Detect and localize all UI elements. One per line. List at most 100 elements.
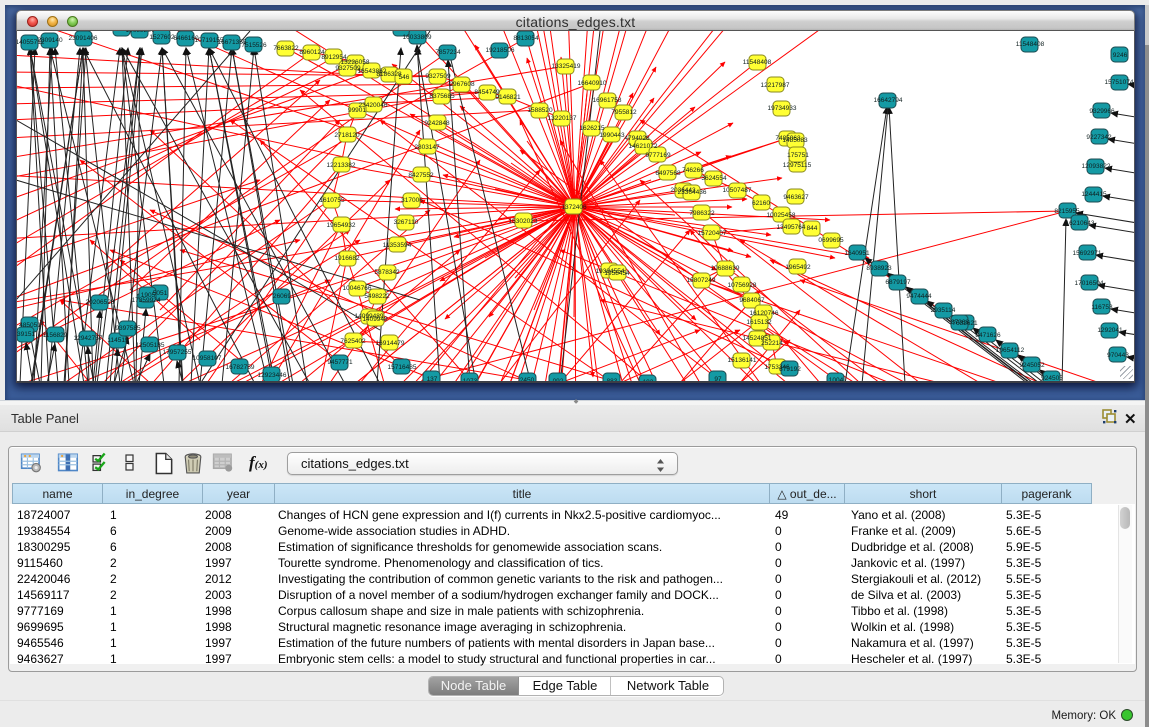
svg-text:9227342: 9227342 — [1086, 134, 1112, 141]
svg-text:9242848: 9242848 — [424, 120, 450, 127]
svg-text:1409948: 1409948 — [362, 316, 388, 323]
svg-text:17957255: 17957255 — [163, 349, 192, 356]
svg-text:7625402: 7625402 — [340, 338, 366, 345]
svg-text:15136141: 15136141 — [728, 357, 757, 364]
svg-text:1626215: 1626215 — [579, 125, 605, 132]
svg-text:9777169: 9777169 — [645, 152, 671, 159]
svg-text:7857234: 7857234 — [435, 49, 461, 56]
svg-text:7515526: 7515526 — [241, 42, 267, 49]
svg-text:18807249: 18807249 — [687, 277, 716, 284]
svg-text:9245052: 9245052 — [1019, 362, 1045, 369]
svg-text:9397585: 9397585 — [115, 325, 141, 332]
svg-text:15302023: 15302023 — [509, 218, 538, 225]
svg-text:1527602: 1527602 — [149, 34, 175, 41]
svg-text:3624554: 3624554 — [701, 175, 727, 182]
svg-text:23364436: 23364436 — [678, 189, 707, 196]
svg-text:10025458: 10025458 — [767, 212, 796, 219]
svg-text:2967608: 2967608 — [449, 81, 475, 88]
svg-text:10688639: 10688639 — [711, 265, 740, 272]
svg-text:1292041: 1292041 — [1097, 327, 1123, 334]
svg-text:116753: 116753 — [1091, 304, 1113, 311]
svg-text:4794028: 4794028 — [624, 135, 650, 142]
svg-text:1615132: 1615132 — [746, 319, 772, 326]
svg-text:16210643: 16210643 — [1066, 220, 1095, 227]
svg-text:1485083: 1485083 — [782, 137, 808, 144]
svg-text:8471626: 8471626 — [975, 332, 1001, 339]
svg-text:62160: 62160 — [752, 200, 770, 207]
svg-text:8427552: 8427552 — [408, 172, 434, 179]
svg-text:9329966: 9329966 — [1089, 108, 1115, 115]
svg-text:883: 883 — [607, 378, 618, 383]
svg-text:175751: 175751 — [787, 152, 809, 159]
svg-text:1588520: 1588520 — [527, 107, 553, 114]
svg-text:2309140: 2309140 — [37, 37, 63, 44]
svg-text:12505185: 12505185 — [136, 342, 165, 349]
svg-text:2450: 2450 — [520, 377, 535, 383]
svg-text:12975115: 12975115 — [783, 162, 812, 169]
svg-text:9463627: 9463627 — [783, 194, 809, 201]
svg-text:16961758: 16961758 — [593, 97, 622, 104]
svg-text:1156829: 1156829 — [43, 332, 68, 339]
svg-text:87968: 87968 — [951, 319, 969, 326]
svg-text:10046766: 10046766 — [343, 285, 372, 292]
svg-text:16033809: 16033809 — [403, 34, 432, 41]
svg-text:7986322: 7986322 — [689, 210, 715, 217]
svg-text:9327509: 9327509 — [425, 73, 451, 80]
svg-text:6497568: 6497568 — [655, 170, 681, 177]
svg-text:12213382: 12213382 — [327, 162, 356, 169]
svg-text:8855: 8855 — [394, 31, 409, 32]
svg-text:1916682: 1916682 — [334, 255, 360, 262]
svg-text:970443: 970443 — [1107, 352, 1129, 359]
svg-text:8813054: 8813054 — [513, 35, 539, 42]
svg-text:137: 137 — [427, 376, 438, 383]
svg-text:8938923: 8938923 — [866, 265, 892, 272]
svg-text:9457771: 9457771 — [327, 359, 353, 366]
svg-text:15692971: 15692971 — [1073, 250, 1102, 257]
svg-text:19654932: 19654932 — [327, 222, 356, 229]
svg-text:11548408: 11548408 — [743, 59, 772, 66]
svg-text:12923446: 12923446 — [258, 372, 287, 379]
svg-text:12093822: 12093822 — [1082, 163, 1111, 170]
svg-text:924505: 924505 — [1041, 375, 1063, 382]
svg-text:2718120: 2718120 — [334, 132, 360, 139]
svg-text:485051: 485051 — [19, 322, 41, 329]
svg-text:192: 192 — [643, 379, 654, 383]
svg-text:9684067: 9684067 — [739, 297, 765, 304]
svg-text:1640951: 1640951 — [844, 250, 870, 257]
svg-text:844: 844 — [807, 225, 818, 232]
svg-text:546: 546 — [399, 74, 410, 81]
svg-text:7955812: 7955812 — [611, 109, 637, 116]
svg-text:6879197: 6879197 — [885, 279, 911, 286]
svg-text:10654112: 10654112 — [996, 347, 1025, 354]
svg-text:9146821: 9146821 — [495, 94, 521, 101]
svg-text:092: 092 — [553, 378, 564, 383]
svg-text:8375685: 8375685 — [429, 93, 455, 100]
svg-text:1990443: 1990443 — [599, 132, 625, 139]
svg-text:16640910: 16640910 — [578, 80, 607, 87]
svg-text:15716485: 15716485 — [388, 364, 417, 371]
svg-text:11353594: 11353594 — [383, 242, 412, 249]
svg-text:1610755: 1610755 — [319, 197, 345, 204]
svg-text:9246: 9246 — [1113, 52, 1128, 59]
svg-text:15720407: 15720407 — [698, 230, 727, 237]
svg-text:14621072: 14621072 — [629, 143, 658, 150]
svg-text:12942757: 12942757 — [74, 335, 103, 342]
svg-text:2803147: 2803147 — [414, 144, 440, 151]
svg-text:5498222: 5498222 — [364, 293, 390, 300]
svg-text:17016504: 17016504 — [1075, 280, 1104, 287]
svg-text:746266: 746266 — [682, 167, 704, 174]
svg-text:16782759: 16782759 — [226, 364, 255, 371]
svg-text:3267110: 3267110 — [394, 219, 419, 226]
svg-text:1905: 1905 — [141, 292, 156, 299]
svg-text:114519: 114519 — [107, 337, 129, 344]
svg-text:10756928: 10756928 — [728, 282, 757, 289]
svg-text:13220137: 13220137 — [548, 115, 577, 122]
svg-text:13495764: 13495764 — [777, 224, 806, 231]
svg-text:97: 97 — [714, 376, 722, 383]
svg-text:20206528: 20206528 — [86, 299, 115, 306]
svg-text:1004: 1004 — [829, 377, 844, 383]
svg-text:7663822: 7663822 — [273, 45, 299, 52]
svg-text:9474444: 9474444 — [906, 293, 932, 300]
svg-text:1244415: 1244415 — [1081, 191, 1107, 198]
svg-text:252214: 252214 — [761, 340, 783, 347]
